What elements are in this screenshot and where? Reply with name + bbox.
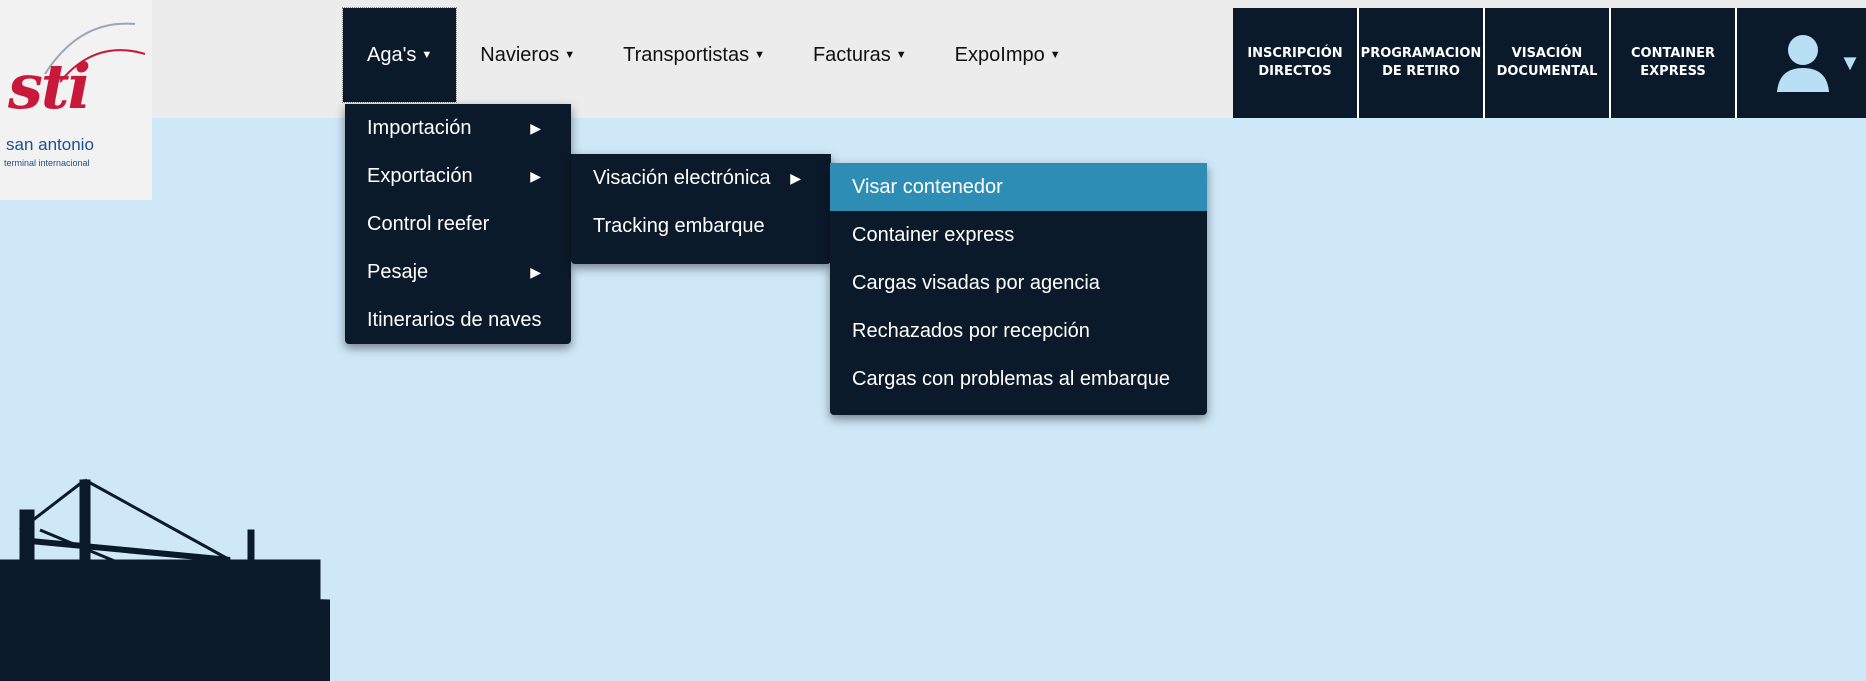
nav-agas[interactable]: Aga's ▼ bbox=[341, 7, 458, 103]
logo-subtitle: san antonio bbox=[6, 135, 94, 154]
visacion-submenu: Visar contenedor Container express Carga… bbox=[830, 163, 1207, 415]
chevron-down-icon: ▼ bbox=[564, 49, 576, 61]
menu-item-itinerarios[interactable]: Itinerarios de naves bbox=[345, 296, 571, 344]
menu-item-label: Tracking embarque bbox=[593, 214, 765, 237]
logo-wordmark: sti bbox=[8, 50, 91, 123]
menu-item-cargas-problemas[interactable]: Cargas con problemas al embarque bbox=[830, 355, 1207, 403]
menu-item-label: Container express bbox=[852, 223, 1015, 246]
nav-transportistas[interactable]: Transportistas ▼ bbox=[599, 8, 789, 102]
menu-item-container-express[interactable]: Container express bbox=[830, 211, 1207, 259]
nav-label: Navieros bbox=[480, 43, 560, 66]
menu-item-visacion-electronica[interactable]: Visación electrónica ▶ bbox=[571, 154, 831, 202]
nav-navieros[interactable]: Navieros ▼ bbox=[456, 8, 599, 102]
menu-item-label: Importación bbox=[367, 116, 472, 139]
chevron-down-icon: ▼ bbox=[895, 49, 907, 61]
chevron-down-icon: ▼ bbox=[754, 49, 765, 61]
nav-label: ExpoImpo bbox=[954, 43, 1045, 66]
logo-tagline: terminal internacional bbox=[4, 158, 90, 168]
menu-item-label: Pesaje bbox=[367, 260, 429, 283]
menu-item-cargas-visadas[interactable]: Cargas visadas por agencia bbox=[830, 259, 1207, 307]
menu-item-pesaje[interactable]: Pesaje ▶ bbox=[345, 248, 571, 296]
menu-item-exportacion[interactable]: Exportación ▶ bbox=[345, 152, 571, 200]
menu-item-label: Cargas visadas por agencia bbox=[852, 271, 1100, 294]
menu-item-label: Exportación bbox=[367, 164, 473, 187]
visacion-documental-button[interactable]: VISACIÓN DOCUMENTAL bbox=[1485, 8, 1611, 118]
ship-crane-silhouette bbox=[0, 478, 330, 681]
menu-item-control-reefer[interactable]: Control reefer bbox=[345, 200, 571, 248]
main-nav: Aga's ▼ Navieros ▼ Transportistas ▼ Factura… bbox=[341, 7, 1085, 103]
chevron-right-icon: ▶ bbox=[790, 169, 801, 186]
chevron-right-icon: ▶ bbox=[530, 119, 541, 136]
sti-logo[interactable]: sti san antonio terminal internacional bbox=[0, 0, 152, 200]
user-menu-button[interactable]: ▼ bbox=[1737, 8, 1866, 118]
inscripcion-directos-button[interactable]: INSCRIPCIÓN DIRECTOS bbox=[1233, 8, 1359, 118]
nav-label: Transportistas bbox=[623, 43, 750, 66]
menu-item-importacion[interactable]: Importación ▶ bbox=[345, 104, 571, 152]
menu-item-label: Itinerarios de naves bbox=[367, 308, 542, 331]
programacion-retiro-button[interactable]: PROGRAMACION DE RETIRO bbox=[1359, 8, 1485, 118]
exportacion-submenu: Visación electrónica ▶ Tracking embarque bbox=[571, 154, 831, 264]
nav-label: Facturas bbox=[812, 43, 891, 66]
chevron-down-icon: ▼ bbox=[1049, 49, 1061, 61]
chevron-down-icon: ▼ bbox=[421, 49, 433, 61]
nav-expoimpo[interactable]: ExpoImpo ▼ bbox=[931, 8, 1085, 102]
chevron-down-icon: ▼ bbox=[1839, 50, 1861, 75]
menu-item-label: Cargas con problemas al embarque bbox=[852, 367, 1170, 390]
menu-item-label: Control reefer bbox=[367, 212, 490, 235]
menu-item-label: Visar contenedor bbox=[852, 175, 1003, 198]
chevron-right-icon: ▶ bbox=[530, 263, 541, 280]
menu-item-tracking-embarque[interactable]: Tracking embarque bbox=[571, 202, 831, 250]
chevron-right-icon: ▶ bbox=[530, 167, 541, 184]
menu-item-label: Rechazados por recepción bbox=[852, 319, 1090, 342]
menu-item-rechazados[interactable]: Rechazados por recepción bbox=[830, 307, 1207, 355]
container-express-button[interactable]: CONTAINER EXPRESS bbox=[1611, 8, 1737, 118]
menu-item-label: Visación electrónica bbox=[593, 166, 771, 189]
user-icon bbox=[1777, 35, 1830, 92]
quick-access-bar: INSCRIPCIÓN DIRECTOS PROGRAMACION DE RET… bbox=[1233, 8, 1866, 118]
nav-label: Aga's bbox=[367, 43, 417, 66]
nav-facturas[interactable]: Facturas ▼ bbox=[789, 8, 931, 102]
menu-item-visar-contenedor[interactable]: Visar contenedor bbox=[830, 163, 1207, 211]
agas-dropdown-menu: Importación ▶ Exportación ▶ Control reefer… bbox=[345, 104, 571, 344]
